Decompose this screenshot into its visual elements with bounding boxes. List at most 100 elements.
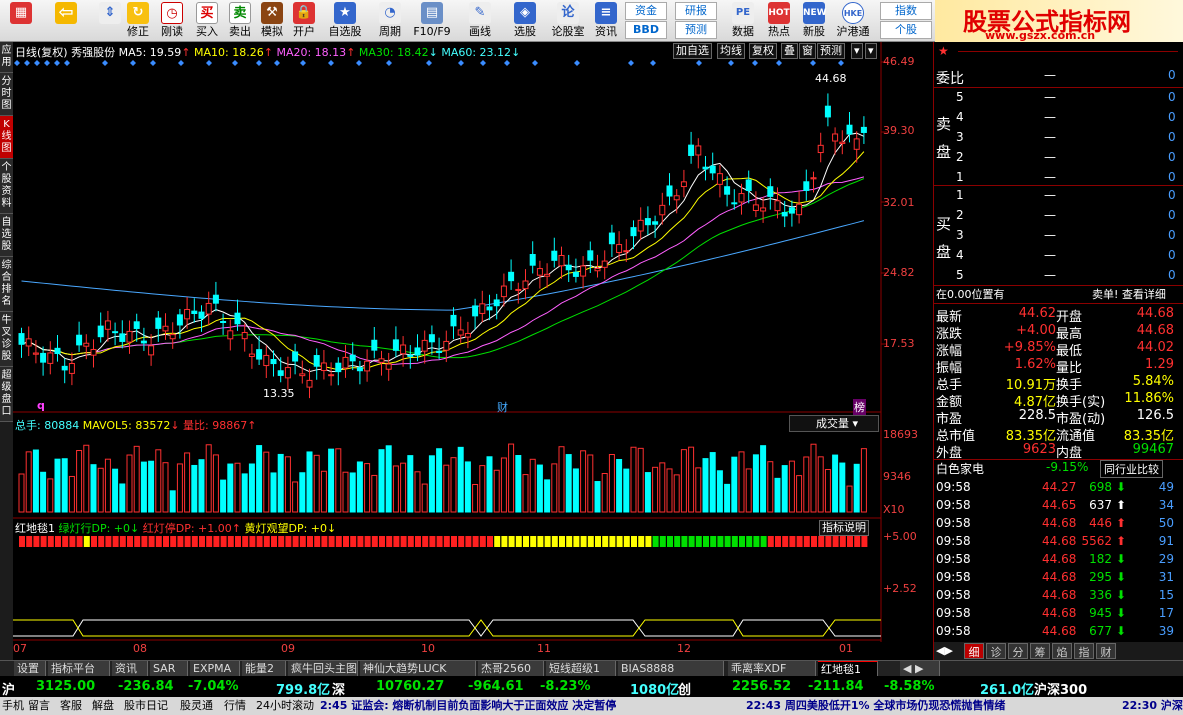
indicator-tab[interactable]: EXPMA: [190, 661, 240, 676]
tab-super-panel[interactable]: 超级盘口: [0, 367, 13, 422]
sell-level-row[interactable]: 2 — 0: [934, 150, 1183, 168]
status-quote[interactable]: 行情: [224, 697, 246, 715]
pen-icon: ✎: [469, 2, 491, 24]
indicator-tab[interactable]: 指标平台: [48, 661, 110, 676]
panel-tab[interactable]: 筹: [1030, 643, 1050, 659]
indicator-tab[interactable]: 乖离率XDF: [728, 661, 816, 676]
tab-diagnose[interactable]: 牛叉诊股: [0, 312, 13, 367]
indicator-tab[interactable]: 设置: [14, 661, 46, 676]
volume-bar: [18, 473, 25, 513]
toolbar-buy[interactable]: 买买入: [190, 0, 224, 42]
toolbar-ipo[interactable]: NEW 新股: [797, 0, 831, 42]
stock-button[interactable]: 个股: [880, 21, 932, 39]
buy-level-row[interactable]: 3 — 0: [934, 228, 1183, 246]
compare-button[interactable]: 同行业比较: [1100, 460, 1163, 478]
status-service[interactable]: 客服: [60, 697, 82, 715]
sell-level-row[interactable]: 5 — 0: [934, 90, 1183, 108]
tab-scroll-arrows[interactable]: ◀ ▶: [900, 661, 940, 676]
q-marker[interactable]: q: [37, 399, 45, 412]
lock-icon: 🔒: [293, 2, 315, 24]
indicator-tab[interactable]: 短线超级1: [546, 661, 616, 676]
view-detail-link[interactable]: 卖单! 查看详细: [1092, 286, 1166, 302]
indicator-tab[interactable]: 资讯: [112, 661, 148, 676]
tab-ranking[interactable]: 综合排名: [0, 257, 13, 312]
indicator-tab[interactable]: 疯牛回头主图: [288, 661, 358, 676]
tab-profile[interactable]: 个股资料: [0, 159, 13, 214]
buy-level-row[interactable]: 5 — 0: [934, 268, 1183, 286]
signal-block: [26, 536, 33, 547]
candle-body: [61, 365, 68, 371]
buy-level-row[interactable]: 4 — 0: [934, 248, 1183, 266]
panel-tab[interactable]: 诊: [986, 643, 1006, 659]
news-ticker-2[interactable]: 22:43 周四美股低开1% 全球市场仍现恐慌抛售情绪: [746, 697, 1005, 715]
toolbar-stock-select[interactable]: ◈ 选股: [505, 0, 545, 42]
kline-chart-area[interactable]: 日线(复权) 秀强股份 MA5: 19.59↑ MA10: 18.26↑ MA2…: [13, 42, 933, 660]
level-volume: 0: [1168, 130, 1176, 144]
sector-name[interactable]: 白色家电: [936, 460, 984, 477]
toolbar-xiuzheng[interactable]: ↻ 修正: [121, 0, 155, 42]
toolbar-simulate[interactable]: ⚒ 模拟: [255, 0, 289, 42]
buy-level-row[interactable]: 2 — 0: [934, 208, 1183, 226]
buy-level-row[interactable]: 1 — 0: [934, 188, 1183, 206]
forecast-button[interactable]: 预测: [675, 21, 717, 39]
ranking-marker[interactable]: 榜: [853, 399, 866, 415]
toolbar-watchlist[interactable]: ★ 自选股: [325, 0, 365, 42]
capital-button[interactable]: 资金: [625, 2, 667, 20]
indicator-select[interactable]: 成交量 ▾: [789, 415, 879, 432]
status-rolling[interactable]: 24小时滚动: [256, 697, 314, 715]
home-button[interactable]: ▦: [4, 0, 38, 42]
panel-tab[interactable]: 细: [964, 643, 984, 659]
stat-value: 126.5: [1136, 408, 1174, 423]
panel-tab[interactable]: 财: [1096, 643, 1116, 659]
tab-watchlist[interactable]: 自选股: [0, 214, 13, 257]
toolbar-hk-connect[interactable]: HKE 沪港通: [833, 0, 873, 42]
toolbar-news[interactable]: ≡ 资讯: [590, 0, 622, 42]
tab-kline[interactable]: K线图: [0, 116, 13, 159]
indicator-tab[interactable]: 能量2: [242, 661, 286, 676]
panel-tab[interactable]: 分: [1008, 643, 1028, 659]
sh-change: -236.84: [118, 679, 174, 694]
tab-app[interactable]: 应用: [0, 42, 13, 73]
toolbar-gangdu[interactable]: ◷ 刚读: [155, 0, 189, 42]
candle-body: [464, 332, 471, 338]
scroll-left-icon[interactable]: ◀▶: [936, 644, 953, 657]
level-price: —: [1044, 268, 1056, 282]
indicator-tab[interactable]: SAR: [150, 661, 188, 676]
indicator-help-button[interactable]: 指标说明: [819, 520, 869, 536]
bbd-button[interactable]: BBD: [625, 21, 667, 39]
pe-icon: PE: [732, 2, 754, 24]
candle-body: [292, 351, 299, 362]
panel-tab[interactable]: 指: [1074, 643, 1094, 659]
back-button[interactable]: ⇦: [40, 0, 92, 42]
toolbar-sell[interactable]: 卖卖出: [223, 0, 257, 42]
toolbar-period[interactable]: ◔ 周期: [370, 0, 410, 42]
indicator-tab[interactable]: 红地毯1: [818, 661, 878, 676]
toolbar-hot[interactable]: HOT 热点: [762, 0, 796, 42]
status-message[interactable]: 留言: [28, 697, 50, 715]
index-button[interactable]: 指数: [880, 2, 932, 20]
indicator-tab[interactable]: 神仙大趋势LUCK: [360, 661, 476, 676]
toolbar-f10[interactable]: ▤ F10/F9: [412, 0, 452, 42]
sell-level-row[interactable]: 3 — 0: [934, 130, 1183, 148]
toolbar-open-account[interactable]: 🔒 开户: [287, 0, 321, 42]
tab-intraday[interactable]: 分时图: [0, 73, 13, 116]
research-button[interactable]: 研报: [675, 2, 717, 20]
signal-diamond: [574, 60, 580, 66]
status-analysis[interactable]: 解盘: [92, 697, 114, 715]
news-ticker-1[interactable]: 2:45 证监会: 熔断机制目前负面影响大于正面效应 决定暂停: [320, 697, 616, 715]
volume-bar: [515, 455, 522, 513]
toolbar-draw[interactable]: ✎ 画线: [460, 0, 500, 42]
panel-tab[interactable]: 焰: [1052, 643, 1072, 659]
status-diary[interactable]: 股市日记: [124, 697, 168, 715]
toolbar-data[interactable]: PE 数据: [726, 0, 760, 42]
toolbar-forum[interactable]: 论论股室: [548, 0, 588, 42]
volume-bar: [673, 474, 680, 513]
candle-body: [637, 219, 644, 232]
volume-bar: [630, 446, 637, 513]
sell-level-row[interactable]: 4 — 0: [934, 110, 1183, 128]
finance-marker[interactable]: 财: [497, 399, 508, 415]
indicator-tab[interactable]: BIAS8888: [618, 661, 724, 676]
indicator-tab[interactable]: 杰哥2560: [478, 661, 544, 676]
status-guling[interactable]: 股灵通: [180, 697, 213, 715]
status-mobile[interactable]: 手机: [2, 697, 24, 715]
